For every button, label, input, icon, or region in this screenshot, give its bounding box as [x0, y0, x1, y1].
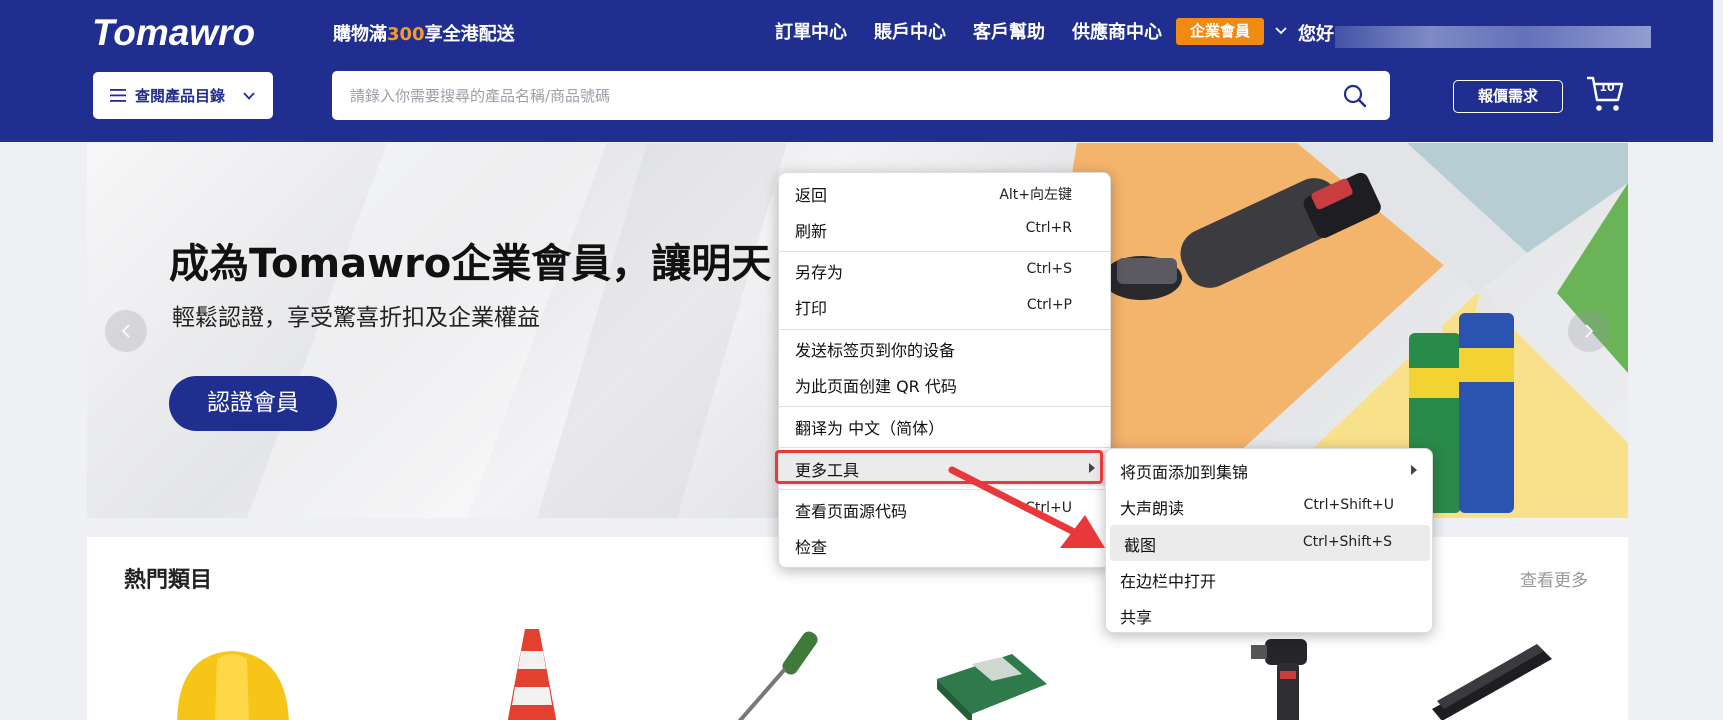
menu-item-label: 将页面添加到集锦	[1120, 463, 1249, 482]
menu-item-label: 返回	[795, 186, 828, 205]
menu-item-inspect[interactable]: 检查	[779, 527, 1110, 563]
menu-item-refresh[interactable]: 刷新 Ctrl+R	[779, 211, 1110, 247]
menu-item-back[interactable]: 返回 Alt+向左键	[779, 175, 1110, 211]
menu-item-label: 刷新	[795, 222, 828, 241]
nav-account-center[interactable]: 賬戶中心	[874, 18, 946, 44]
cart-count-badge: 10	[1599, 81, 1615, 94]
menu-item-label: 在边栏中打开	[1120, 572, 1217, 591]
more-tools-submenu: 将页面添加到集锦 大声朗读 Ctrl+Shift+U 截图 Ctrl+Shift…	[1105, 448, 1433, 633]
menu-item-print[interactable]: 打印 Ctrl+P	[779, 288, 1110, 324]
hard-hat-icon[interactable]	[157, 629, 307, 720]
menu-item-shortcut: Ctrl+S	[1026, 261, 1072, 277]
screwdriver-icon[interactable]	[697, 629, 847, 720]
menu-item-send-tab[interactable]: 发送标签页到你的设备	[779, 330, 1110, 366]
menu-item-shortcut: Ctrl+Shift+U	[1303, 497, 1394, 513]
menu-item-label: 大声朗读	[1120, 499, 1185, 518]
menu-item-label: 截图	[1124, 536, 1157, 555]
catalog-label: 查閱產品目錄	[135, 87, 226, 105]
redacted-username	[1335, 26, 1651, 48]
chevron-left-icon	[121, 324, 130, 338]
menu-item-shortcut: Ctrl+P	[1026, 297, 1072, 313]
submenu-item-open-in-sidebar[interactable]: 在边栏中打开	[1106, 561, 1432, 597]
menu-item-shortcut: Ctrl+R	[1025, 220, 1072, 236]
quote-request-button[interactable]: 報價需求	[1453, 80, 1563, 113]
caret-right-icon	[1089, 463, 1095, 473]
nav-order-center[interactable]: 訂單中心	[775, 18, 847, 44]
impact-drill-icon[interactable]	[1177, 629, 1327, 720]
menu-item-label: 查看页面源代码	[795, 502, 908, 521]
traffic-cone-icon[interactable]	[457, 629, 607, 720]
nav-supplier-center[interactable]: 供應商中心	[1072, 18, 1162, 44]
menu-item-shortcut: Ctrl+Shift+S	[1302, 534, 1392, 550]
menu-item-label: 检查	[795, 538, 828, 557]
cart-icon[interactable]	[1585, 74, 1625, 114]
menu-item-label: 翻译为 中文（简体）	[795, 419, 945, 438]
menu-item-label: 另存为	[795, 263, 844, 282]
menu-item-save-as[interactable]: 另存为 Ctrl+S	[779, 252, 1110, 288]
search-icon[interactable]	[1342, 83, 1368, 109]
submenu-item-add-to-collections[interactable]: 将页面添加到集锦	[1106, 452, 1432, 488]
chevron-down-icon	[243, 92, 255, 100]
menu-separator	[779, 447, 1110, 448]
menu-item-label: 共享	[1120, 608, 1153, 627]
certify-member-button[interactable]: 認證會員	[169, 376, 337, 431]
menu-item-create-qr[interactable]: 为此页面创建 QR 代码	[779, 366, 1110, 402]
menu-item-shortcut: Ctrl+U	[1025, 500, 1072, 516]
context-menu: 返回 Alt+向左键 刷新 Ctrl+R 另存为 Ctrl+S 打印 Ctrl+…	[778, 172, 1111, 568]
stapler-icon[interactable]	[1412, 629, 1562, 720]
menu-item-label: 更多工具	[795, 461, 860, 480]
product-catalog-button[interactable]: 查閱產品目錄	[93, 72, 273, 119]
menu-icon	[110, 89, 126, 102]
menu-item-label: 打印	[795, 299, 828, 318]
banner-subtitle: 輕鬆認證，享受驚喜折扣及企業權益	[172, 305, 540, 331]
menu-item-translate[interactable]: 翻译为 中文（简体）	[779, 408, 1110, 444]
carousel-next-button[interactable]	[1568, 310, 1610, 352]
section-title: 熱門類目	[124, 568, 213, 593]
menu-item-more-tools[interactable]: 更多工具	[779, 450, 1110, 486]
chevron-down-icon[interactable]	[1274, 24, 1288, 38]
menu-item-view-source[interactable]: 查看页面源代码 Ctrl+U	[779, 491, 1110, 527]
menu-separator	[779, 489, 1110, 490]
banner-title: 成為Tomawro企業會員，讓明天	[169, 241, 772, 287]
caret-right-icon	[1411, 465, 1417, 475]
enterprise-member-badge[interactable]: 企業會員	[1176, 18, 1264, 45]
chevron-right-icon	[1585, 324, 1594, 338]
search-bar	[332, 71, 1390, 120]
menu-item-label: 发送标签页到你的设备	[795, 341, 956, 360]
menu-separator	[779, 406, 1110, 407]
submenu-item-screenshot[interactable]: 截图 Ctrl+Shift+S	[1110, 525, 1430, 561]
menu-item-shortcut: Alt+向左键	[999, 187, 1072, 203]
nav-customer-help[interactable]: 客戶幫助	[973, 18, 1045, 44]
carousel-prev-button[interactable]	[105, 310, 147, 352]
tarp-icon[interactable]	[912, 629, 1062, 720]
menu-item-label: 为此页面创建 QR 代码	[795, 377, 957, 396]
search-input[interactable]	[350, 71, 1310, 120]
user-greeting: 您好	[1298, 24, 1334, 45]
submenu-item-share[interactable]: 共享	[1106, 597, 1432, 633]
submenu-item-read-aloud[interactable]: 大声朗读 Ctrl+Shift+U	[1106, 488, 1432, 524]
see-more-link[interactable]: 查看更多	[1520, 566, 1588, 591]
site-header: Tomawro 購物滿300享全港配送 訂單中心 賬戶中心 客戶幫助 供應商中心…	[0, 0, 1713, 142]
